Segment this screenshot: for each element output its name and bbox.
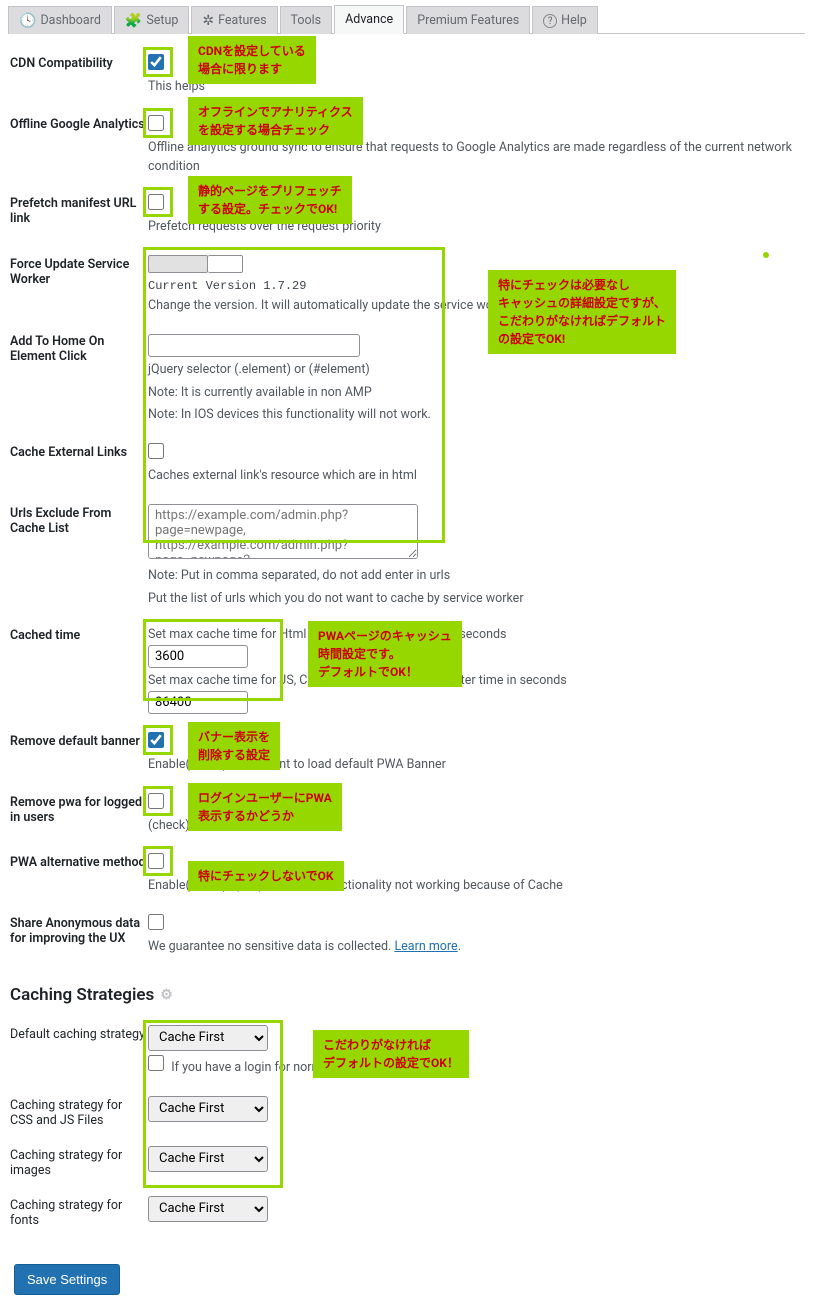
label-default-strategy: Default caching strategy xyxy=(10,1025,148,1078)
cached-js-label: Set max cache time for JS, CSS, JSON Def… xyxy=(148,672,803,691)
input-cache-html[interactable] xyxy=(148,645,248,668)
note-add-home-2: Note: It is currently available in non A… xyxy=(148,384,803,403)
note-urls-2: Put the list of urls which you do not wa… xyxy=(148,590,803,609)
tab-premium[interactable]: Premium Features xyxy=(406,6,530,34)
note-urls-1: Note: Put in comma separated, do not add… xyxy=(148,567,803,586)
setup-icon: 🧩 xyxy=(125,14,142,28)
select-fonts-strategy[interactable]: Cache First xyxy=(148,1196,268,1222)
version-input-right[interactable] xyxy=(208,255,243,273)
tab-tools[interactable]: Tools xyxy=(280,6,333,34)
desc-force-update: Change the version. It will automaticall… xyxy=(148,297,803,316)
version-current: Current Version 1.7.29 xyxy=(148,279,803,293)
note-add-home-3: Note: In IOS devices this functionality … xyxy=(148,406,803,425)
label-add-home: Add To Home On Element Click xyxy=(10,334,148,425)
checkbox-offline-ga[interactable] xyxy=(148,115,164,131)
annot-prefetch: 静的ページをプリフェッチ する設定。チェックでOK! xyxy=(188,176,352,224)
checkbox-share-anon[interactable] xyxy=(148,914,164,930)
checkbox-login-users[interactable] xyxy=(148,1055,164,1071)
tabs-bar: 🕓Dashboard 🧩Setup ✲Features Tools Advanc… xyxy=(8,5,805,34)
annot-caching: こだわりがなければ デフォルトの設定でOK！ xyxy=(313,1030,469,1078)
select-default-strategy[interactable]: Cache First xyxy=(148,1025,268,1051)
label-share-anon: Share Anonymous data for improving the U… xyxy=(10,914,148,957)
label-force-update: Force Update Service Worker xyxy=(10,255,148,316)
section-caching-title: Caching Strategies⚙ xyxy=(10,985,803,1005)
label-images-strategy: Caching strategy for images xyxy=(10,1146,148,1178)
link-learn-more[interactable]: Learn more xyxy=(394,939,457,954)
label-pwa-alt: PWA alternative method xyxy=(10,853,148,896)
tab-advance[interactable]: Advance xyxy=(334,5,404,34)
select-images-strategy[interactable]: Cache First xyxy=(148,1146,268,1172)
gear-icon: ⚙ xyxy=(160,987,173,1003)
save-button[interactable]: Save Settings xyxy=(14,1264,120,1295)
input-add-home-selector[interactable] xyxy=(148,334,360,357)
label-remove-banner: Remove default banner xyxy=(10,732,148,775)
features-icon: ✲ xyxy=(202,14,214,28)
label-prefetch: Prefetch manifest URL link xyxy=(10,194,148,237)
label-remove-pwa: Remove pwa for logged in users xyxy=(10,793,148,836)
checkbox-prefetch[interactable] xyxy=(148,194,164,210)
annot-cached: PWAページのキャッシュ 時間設定です。 デフォルトでOK！ xyxy=(308,621,462,687)
desc-cache-ext: Caches external link's resource which ar… xyxy=(148,467,803,486)
tab-help[interactable]: ?Help xyxy=(532,6,598,34)
desc-share-anon: We guarantee no sensitive data is collec… xyxy=(148,938,803,957)
annot-pwaalt: 特にチェックしないでOK xyxy=(188,861,344,891)
checkbox-pwa-alt[interactable] xyxy=(148,853,164,869)
checkbox-cache-ext[interactable] xyxy=(148,443,164,459)
annot-offline-ga: オフラインでアナリティクス を設定する場合チェック xyxy=(188,97,363,145)
cached-html-label: Set max cache time for Html Default: 360… xyxy=(148,626,803,645)
label-cssjs-strategy: Caching strategy for CSS and JS Files xyxy=(10,1096,148,1128)
label-cdn: CDN Compatibility xyxy=(10,54,148,97)
textarea-urls-exclude[interactable] xyxy=(148,504,418,559)
annot-big: 特にチェックは必要なし キャッシュの詳細設定ですが、 こだわりがなければデフォル… xyxy=(488,270,676,354)
checkbox-cdn[interactable] xyxy=(148,54,164,70)
note-add-home-1: jQuery selector (.element) or (#element) xyxy=(148,361,803,380)
checkbox-remove-pwa[interactable] xyxy=(148,793,164,809)
annot-removepwa: ログインユーザーにPWA 表示するかどうか xyxy=(188,783,342,831)
tab-dashboard[interactable]: 🕓Dashboard xyxy=(8,6,112,34)
settings-content: CDN Compatibility This helps CDNを設定している … xyxy=(0,34,813,1315)
label-urls-exclude: Urls Exclude From Cache List xyxy=(10,504,148,609)
version-input-left[interactable] xyxy=(148,255,208,273)
tab-features[interactable]: ✲Features xyxy=(191,6,277,34)
checkbox-remove-banner[interactable] xyxy=(148,732,164,748)
annot-banner: バナー表示を 削除する設定 xyxy=(188,722,280,770)
select-cssjs-strategy[interactable]: Cache First xyxy=(148,1096,268,1122)
label-fonts-strategy: Caching strategy for fonts xyxy=(10,1196,148,1228)
annot-cdn: CDNを設定している 場合に限ります xyxy=(188,36,316,84)
tab-setup[interactable]: 🧩Setup xyxy=(114,6,190,34)
label-cache-ext: Cache External Links xyxy=(10,443,148,486)
label-offline-ga: Offline Google Analytics xyxy=(10,115,148,177)
dashboard-icon: 🕓 xyxy=(19,14,36,28)
input-cache-js[interactable] xyxy=(148,691,248,714)
label-cached-time: Cached time xyxy=(10,626,148,714)
help-icon: ? xyxy=(543,14,557,28)
